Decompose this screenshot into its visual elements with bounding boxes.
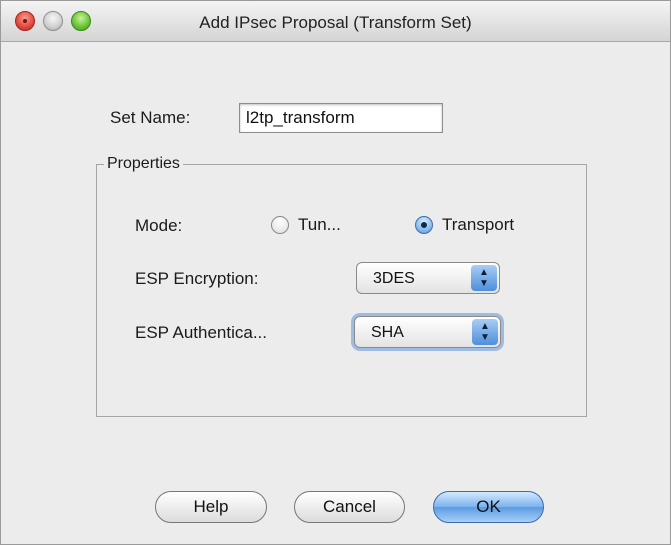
dialog-window: Add IPsec Proposal (Transform Set) Set N… (0, 0, 671, 545)
set-name-label: Set Name: (110, 108, 191, 127)
esp-encryption-select[interactable]: 3DES ▲ ▼ (356, 262, 500, 294)
properties-group-title: Properties (104, 155, 183, 173)
window-title: Add IPsec Proposal (Transform Set) (199, 13, 472, 32)
mode-tunnel-radio[interactable] (271, 216, 289, 234)
mode-tunnel-label[interactable]: Tun... (298, 215, 341, 235)
mode-transport-label[interactable]: Transport (442, 215, 514, 235)
title-bar[interactable]: Add IPsec Proposal (Transform Set) (1, 1, 670, 42)
esp-authentication-value: SHA (371, 324, 404, 341)
up-down-arrows-icon: ▲ ▼ (472, 319, 498, 345)
cancel-button[interactable]: Cancel (294, 491, 405, 523)
esp-authentication-select[interactable]: SHA ▲ ▼ (354, 316, 501, 348)
mode-label: Mode: (135, 216, 183, 235)
esp-authentication-label: ESP Authentica... (135, 323, 267, 342)
up-down-arrows-icon: ▲ ▼ (471, 265, 497, 291)
properties-group (96, 164, 587, 417)
esp-encryption-label: ESP Encryption: (135, 269, 259, 288)
mode-transport-radio[interactable] (415, 216, 433, 234)
esp-encryption-value: 3DES (373, 270, 415, 287)
set-name-input[interactable]: l2tp_transform (239, 103, 443, 133)
help-button[interactable]: Help (155, 491, 267, 523)
ok-button[interactable]: OK (433, 491, 544, 523)
